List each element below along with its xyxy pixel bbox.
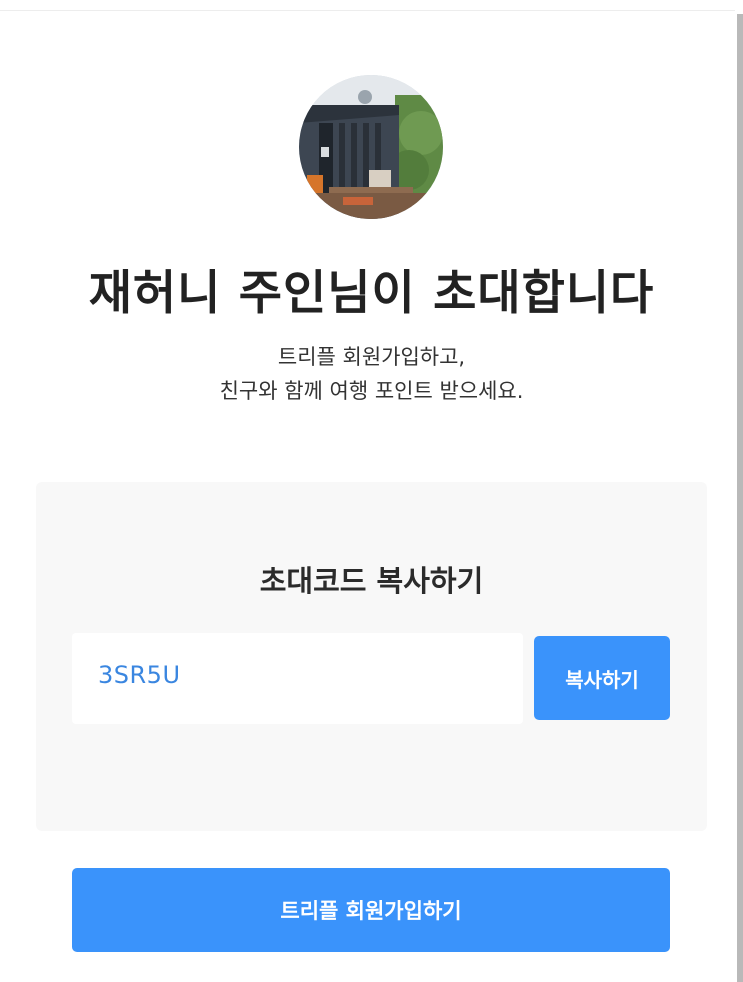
copy-code-button[interactable]: 복사하기 <box>534 636 670 720</box>
page-subtitle: 트리플 회원가입하고, 친구와 함께 여행 포인트 받으세요. <box>0 340 743 408</box>
invite-code-value: 3SR5U <box>98 661 181 689</box>
house-photo-icon <box>299 75 443 219</box>
subtitle-line-2: 친구와 함께 여행 포인트 받으세요. <box>219 379 524 403</box>
invite-code-field[interactable]: 3SR5U <box>72 633 523 724</box>
top-divider <box>0 10 735 11</box>
scrollbar[interactable] <box>737 14 743 982</box>
avatar <box>299 75 443 219</box>
page-title: 재허니 주인님이 초대합니다 <box>88 266 655 321</box>
invite-code-title: 초대코드 복사하기 <box>259 564 484 598</box>
signup-button[interactable]: 트리플 회원가입하기 <box>72 868 670 952</box>
subtitle-line-1: 트리플 회원가입하고, <box>277 345 466 369</box>
invite-code-card: 초대코드 복사하기 3SR5U 복사하기 <box>36 482 707 831</box>
invite-page: 재허니 주인님이 초대합니다 트리플 회원가입하고, 친구와 함께 여행 포인트… <box>0 0 743 982</box>
